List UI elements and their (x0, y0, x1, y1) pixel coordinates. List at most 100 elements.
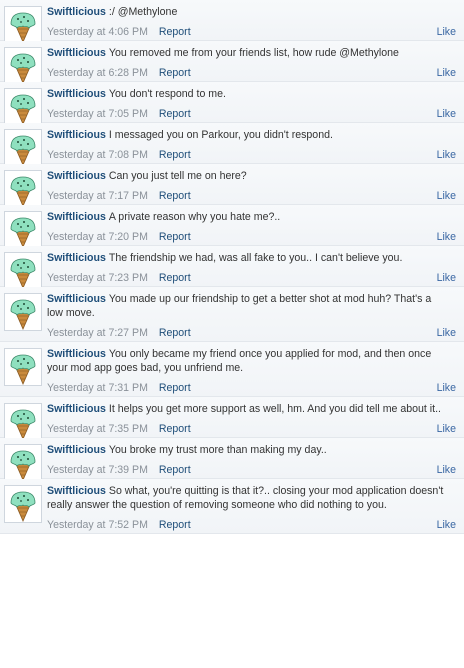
like-link[interactable]: Like (437, 188, 456, 204)
post-timestamp[interactable]: Yesterday at 7:23 PM (47, 272, 148, 284)
post-body: Swiftlicious You made up our friendship t… (47, 290, 456, 341)
username-link[interactable]: Swiftlicious (47, 129, 106, 141)
like-link[interactable]: Like (437, 147, 456, 163)
post-text: :/ @Methylone (108, 6, 178, 18)
post-timestamp[interactable]: Yesterday at 7:52 PM (47, 519, 148, 531)
post-body: Swiftlicious Can you just tell me on here… (47, 167, 456, 204)
post-meta: Yesterday at 7:39 PM Report Like (47, 462, 456, 478)
report-link[interactable]: Report (159, 108, 191, 120)
report-link[interactable]: Report (159, 464, 191, 476)
like-link[interactable]: Like (437, 270, 456, 286)
post-body: Swiftlicious You broke my trust more than… (47, 441, 456, 478)
post-text: I messaged you on Parkour, you didn't re… (108, 129, 333, 141)
report-link[interactable]: Report (159, 382, 191, 394)
post-text: So what, you're quitting is that it?.. c… (47, 485, 444, 511)
profile-post: Swiftlicious It helps you get more suppor… (0, 397, 464, 441)
post-timestamp[interactable]: Yesterday at 7:05 PM (47, 108, 148, 120)
post-text: The friendship we had, was all fake to y… (108, 252, 403, 264)
like-link[interactable]: Like (437, 24, 456, 40)
avatar[interactable] (4, 293, 42, 331)
report-link[interactable]: Report (159, 327, 191, 339)
post-message: Swiftlicious A private reason why you hat… (47, 208, 444, 224)
avatar[interactable] (4, 485, 42, 523)
username-link[interactable]: Swiftlicious (47, 252, 106, 264)
username-link[interactable]: Swiftlicious (47, 403, 106, 415)
avatar[interactable] (4, 170, 42, 208)
post-text: It helps you get more support as well, h… (108, 403, 441, 415)
avatar[interactable] (4, 348, 42, 386)
ice-cream-cone-icon (5, 212, 41, 248)
post-meta: Yesterday at 4:06 PM Report Like (47, 24, 456, 40)
profile-post: Swiftlicious A private reason why you hat… (0, 205, 464, 249)
like-link[interactable]: Like (437, 325, 456, 341)
post-timestamp[interactable]: Yesterday at 7:08 PM (47, 149, 148, 161)
like-link[interactable]: Like (437, 229, 456, 245)
like-link[interactable]: Like (437, 65, 456, 81)
post-meta: Yesterday at 7:08 PM Report Like (47, 147, 456, 163)
profile-post: Swiftlicious You broke my trust more than… (0, 438, 464, 482)
post-message: Swiftlicious You don't respond to me. (47, 85, 444, 101)
ice-cream-cone-icon (5, 294, 41, 330)
report-link[interactable]: Report (159, 149, 191, 161)
username-link[interactable]: Swiftlicious (47, 293, 106, 305)
ice-cream-cone-icon (5, 445, 41, 481)
like-link[interactable]: Like (437, 517, 456, 533)
post-timestamp[interactable]: Yesterday at 7:17 PM (47, 190, 148, 202)
post-message: Swiftlicious I messaged you on Parkour, y… (47, 126, 444, 142)
post-message: Swiftlicious The friendship we had, was a… (47, 249, 444, 265)
report-link[interactable]: Report (159, 190, 191, 202)
ice-cream-cone-icon (5, 253, 41, 289)
post-body: Swiftlicious You only became my friend on… (47, 345, 456, 396)
report-link[interactable]: Report (159, 272, 191, 284)
ice-cream-cone-icon (5, 48, 41, 84)
post-body: Swiftlicious You removed me from your fri… (47, 44, 456, 81)
post-message: Swiftlicious:/ @Methylone (47, 3, 444, 19)
username-link[interactable]: Swiftlicious (47, 485, 106, 497)
avatar[interactable] (4, 444, 42, 482)
post-timestamp[interactable]: Yesterday at 7:31 PM (47, 382, 148, 394)
report-link[interactable]: Report (159, 231, 191, 243)
avatar[interactable] (4, 129, 42, 167)
like-link[interactable]: Like (437, 462, 456, 478)
report-link[interactable]: Report (159, 423, 191, 435)
profile-post: Swiftlicious The friendship we had, was a… (0, 246, 464, 290)
post-text: You don't respond to me. (108, 88, 226, 100)
like-link[interactable]: Like (437, 106, 456, 122)
username-link[interactable]: Swiftlicious (47, 211, 106, 223)
like-link[interactable]: Like (437, 380, 456, 396)
post-timestamp[interactable]: Yesterday at 7:39 PM (47, 464, 148, 476)
username-link[interactable]: Swiftlicious (47, 47, 106, 59)
post-timestamp[interactable]: Yesterday at 7:20 PM (47, 231, 148, 243)
avatar[interactable] (4, 403, 42, 441)
username-link[interactable]: Swiftlicious (47, 348, 106, 360)
post-text: You broke my trust more than making my d… (108, 444, 327, 456)
post-timestamp[interactable]: Yesterday at 7:27 PM (47, 327, 148, 339)
post-meta: Yesterday at 6:28 PM Report Like (47, 65, 456, 81)
username-link[interactable]: Swiftlicious (47, 170, 106, 182)
avatar[interactable] (4, 252, 42, 290)
post-timestamp[interactable]: Yesterday at 7:35 PM (47, 423, 148, 435)
post-body: Swiftlicious You don't respond to me. Yes… (47, 85, 456, 122)
report-link[interactable]: Report (159, 26, 191, 38)
username-link[interactable]: Swiftlicious (47, 6, 106, 18)
profile-post-feed: Swiftlicious:/ @Methylone Yesterday at 4… (0, 0, 464, 534)
avatar[interactable] (4, 47, 42, 85)
post-message: Swiftlicious It helps you get more suppor… (47, 400, 444, 416)
post-message: Swiftlicious You broke my trust more than… (47, 441, 444, 457)
username-link[interactable]: Swiftlicious (47, 88, 106, 100)
avatar[interactable] (4, 88, 42, 126)
post-message: Swiftlicious You only became my friend on… (47, 345, 444, 375)
avatar[interactable] (4, 211, 42, 249)
report-link[interactable]: Report (159, 519, 191, 531)
post-message: Swiftlicious You made up our friendship t… (47, 290, 444, 320)
username-link[interactable]: Swiftlicious (47, 444, 106, 456)
post-body: Swiftlicious The friendship we had, was a… (47, 249, 456, 286)
like-link[interactable]: Like (437, 421, 456, 437)
post-text: A private reason why you hate me?.. (108, 211, 281, 223)
profile-post: Swiftlicious You don't respond to me. Yes… (0, 82, 464, 126)
post-timestamp[interactable]: Yesterday at 6:28 PM (47, 67, 148, 79)
avatar[interactable] (4, 6, 42, 44)
profile-post: Swiftlicious Can you just tell me on here… (0, 164, 464, 208)
report-link[interactable]: Report (159, 67, 191, 79)
post-timestamp[interactable]: Yesterday at 4:06 PM (47, 26, 148, 38)
